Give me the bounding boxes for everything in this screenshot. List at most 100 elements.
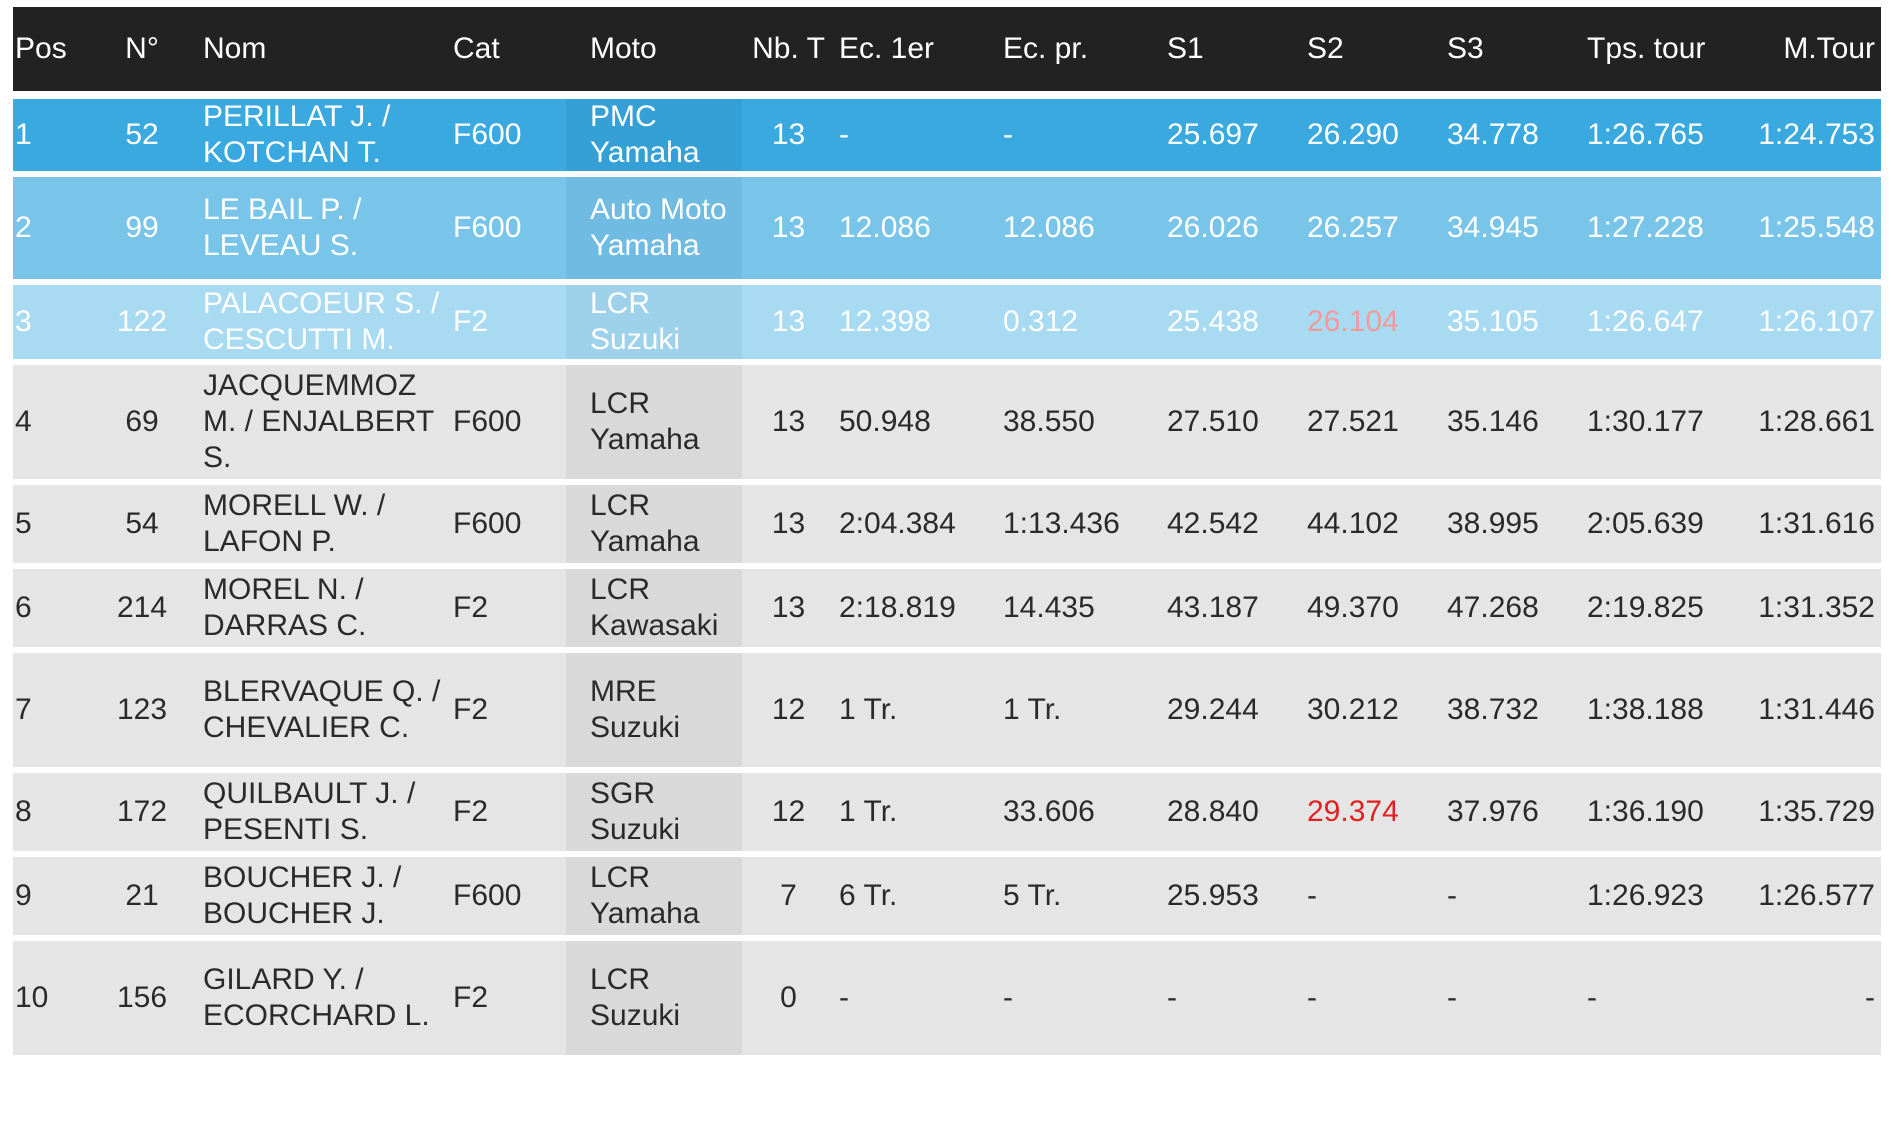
cell-pos: 2 bbox=[13, 177, 83, 285]
cell-gap-previous: 1:13.436 bbox=[999, 485, 1163, 569]
cell-s1: 29.244 bbox=[1163, 653, 1303, 773]
cell-s3: 34.778 bbox=[1443, 99, 1583, 177]
cell-s2: 26.290 bbox=[1303, 99, 1443, 177]
table-row[interactable]: 2 99 LE BAIL P. / LEVEAU S. F600 Auto Mo… bbox=[13, 177, 1881, 285]
cell-gap-first: 1 Tr. bbox=[835, 773, 999, 857]
table-row[interactable]: 10 156 GILARD Y. / ECORCHARD L. F2 LCR S… bbox=[13, 941, 1881, 1061]
cell-gap-first: 2:18.819 bbox=[835, 569, 999, 653]
cell-name: MORELL W. / LAFON P. bbox=[201, 485, 451, 569]
cell-pos: 8 bbox=[13, 773, 83, 857]
cell-lap-time: 1:36.190 bbox=[1583, 773, 1743, 857]
cell-moto: LCR Suzuki bbox=[566, 941, 742, 1061]
cell-laps: 12 bbox=[742, 653, 835, 773]
cell-laps: 13 bbox=[742, 285, 835, 365]
cell-s3: 35.146 bbox=[1443, 365, 1583, 485]
cell-pos: 10 bbox=[13, 941, 83, 1061]
col-header-gap-previous[interactable]: Ec. pr. bbox=[999, 7, 1163, 99]
cell-s1: 42.542 bbox=[1163, 485, 1303, 569]
cell-gap-previous: 1 Tr. bbox=[999, 653, 1163, 773]
cell-s3: - bbox=[1443, 857, 1583, 941]
cell-gap-first: 6 Tr. bbox=[835, 857, 999, 941]
col-header-number[interactable]: N° bbox=[83, 7, 201, 99]
cell-category: F2 bbox=[451, 653, 566, 773]
cell-category: F2 bbox=[451, 941, 566, 1061]
cell-laps: 13 bbox=[742, 569, 835, 653]
table-row[interactable]: 5 54 MORELL W. / LAFON P. F600 LCR Yamah… bbox=[13, 485, 1881, 569]
header-row: Pos N° Nom Cat Moto Nb. T Ec. 1er Ec. pr… bbox=[13, 7, 1881, 99]
col-header-best-lap[interactable]: M.Tour bbox=[1743, 7, 1881, 99]
col-header-gap-first[interactable]: Ec. 1er bbox=[835, 7, 999, 99]
cell-s3: 35.105 bbox=[1443, 285, 1583, 365]
cell-gap-first: 1 Tr. bbox=[835, 653, 999, 773]
cell-s3: 38.732 bbox=[1443, 653, 1583, 773]
cell-pos: 3 bbox=[13, 285, 83, 365]
cell-s2: 30.212 bbox=[1303, 653, 1443, 773]
cell-category: F600 bbox=[451, 485, 566, 569]
table-row[interactable]: 9 21 BOUCHER J. / BOUCHER J. F600 LCR Ya… bbox=[13, 857, 1881, 941]
cell-s3: 47.268 bbox=[1443, 569, 1583, 653]
cell-lap-time: 1:26.923 bbox=[1583, 857, 1743, 941]
cell-name: JACQUEMMOZ M. / ENJALBERT S. bbox=[201, 365, 451, 485]
cell-moto: LCR Kawasaki bbox=[566, 569, 742, 653]
cell-lap-time: 1:26.647 bbox=[1583, 285, 1743, 365]
table-row[interactable]: 3 122 PALACOEUR S. / CESCUTTI M. F2 LCR … bbox=[13, 285, 1881, 365]
cell-number: 156 bbox=[83, 941, 201, 1061]
cell-best-lap: - bbox=[1743, 941, 1881, 1061]
cell-name: QUILBAULT J. / PESENTI S. bbox=[201, 773, 451, 857]
cell-gap-previous: 33.606 bbox=[999, 773, 1163, 857]
cell-name: PERILLAT J. / KOTCHAN T. bbox=[201, 99, 451, 177]
cell-s2-best: 29.374 bbox=[1303, 773, 1443, 857]
cell-pos: 7 bbox=[13, 653, 83, 773]
cell-number: 123 bbox=[83, 653, 201, 773]
cell-laps: 7 bbox=[742, 857, 835, 941]
cell-s3: - bbox=[1443, 941, 1583, 1061]
cell-moto: LCR Suzuki bbox=[566, 285, 742, 365]
cell-gap-first: - bbox=[835, 941, 999, 1061]
col-header-s1[interactable]: S1 bbox=[1163, 7, 1303, 99]
cell-gap-first: 50.948 bbox=[835, 365, 999, 485]
cell-moto: LCR Yamaha bbox=[566, 857, 742, 941]
cell-s2: - bbox=[1303, 857, 1443, 941]
cell-laps: 13 bbox=[742, 177, 835, 285]
cell-gap-previous: 14.435 bbox=[999, 569, 1163, 653]
cell-lap-time: 1:26.765 bbox=[1583, 99, 1743, 177]
table-row[interactable]: 1 52 PERILLAT J. / KOTCHAN T. F600 PMC Y… bbox=[13, 99, 1881, 177]
table-row[interactable]: 7 123 BLERVAQUE Q. / CHEVALIER C. F2 MRE… bbox=[13, 653, 1881, 773]
cell-s2-best: 26.104 bbox=[1303, 285, 1443, 365]
cell-s2: 44.102 bbox=[1303, 485, 1443, 569]
cell-gap-first: - bbox=[835, 99, 999, 177]
cell-s3: 37.976 bbox=[1443, 773, 1583, 857]
cell-s1: - bbox=[1163, 941, 1303, 1061]
cell-s2: 27.521 bbox=[1303, 365, 1443, 485]
cell-best-lap: 1:24.753 bbox=[1743, 99, 1881, 177]
col-header-s2[interactable]: S2 bbox=[1303, 7, 1443, 99]
cell-s1: 27.510 bbox=[1163, 365, 1303, 485]
col-header-name[interactable]: Nom bbox=[201, 7, 451, 99]
cell-name: PALACOEUR S. / CESCUTTI M. bbox=[201, 285, 451, 365]
cell-lap-time: 1:30.177 bbox=[1583, 365, 1743, 485]
col-header-moto[interactable]: Moto bbox=[566, 7, 742, 99]
col-header-laps[interactable]: Nb. T bbox=[742, 7, 835, 99]
col-header-lap-time[interactable]: Tps. tour bbox=[1583, 7, 1743, 99]
cell-best-lap: 1:25.548 bbox=[1743, 177, 1881, 285]
cell-lap-time: 1:27.228 bbox=[1583, 177, 1743, 285]
cell-moto: PMC Yamaha bbox=[566, 99, 742, 177]
cell-moto: MRE Suzuki bbox=[566, 653, 742, 773]
col-header-s3[interactable]: S3 bbox=[1443, 7, 1583, 99]
table-row[interactable]: 8 172 QUILBAULT J. / PESENTI S. F2 SGR S… bbox=[13, 773, 1881, 857]
cell-pos: 5 bbox=[13, 485, 83, 569]
col-header-category[interactable]: Cat bbox=[451, 7, 566, 99]
table-row[interactable]: 6 214 MOREL N. / DARRAS C. F2 LCR Kawasa… bbox=[13, 569, 1881, 653]
cell-gap-previous: 5 Tr. bbox=[999, 857, 1163, 941]
cell-lap-time: 1:38.188 bbox=[1583, 653, 1743, 773]
race-results-table: Pos N° Nom Cat Moto Nb. T Ec. 1er Ec. pr… bbox=[13, 7, 1881, 1061]
cell-best-lap: 1:31.616 bbox=[1743, 485, 1881, 569]
cell-pos: 9 bbox=[13, 857, 83, 941]
cell-number: 69 bbox=[83, 365, 201, 485]
col-header-pos[interactable]: Pos bbox=[13, 7, 83, 99]
cell-laps: 0 bbox=[742, 941, 835, 1061]
cell-pos: 6 bbox=[13, 569, 83, 653]
cell-category: F600 bbox=[451, 177, 566, 285]
table-row[interactable]: 4 69 JACQUEMMOZ M. / ENJALBERT S. F600 L… bbox=[13, 365, 1881, 485]
cell-best-lap: 1:31.446 bbox=[1743, 653, 1881, 773]
